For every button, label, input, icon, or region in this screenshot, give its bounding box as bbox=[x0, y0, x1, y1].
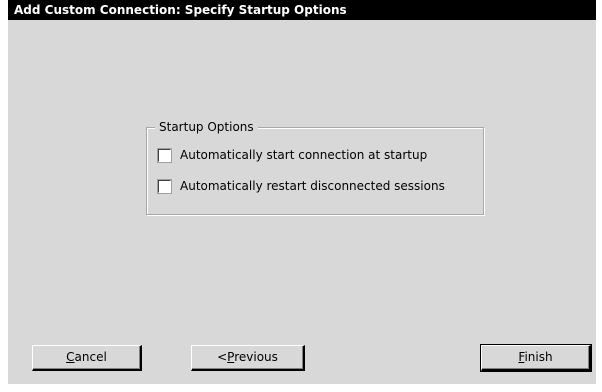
dialog-window: Add Custom Connection: Specify Startup O… bbox=[0, 0, 602, 392]
auto-restart-label: Automatically restart disconnected sessi… bbox=[180, 179, 445, 193]
group-legend: Startup Options bbox=[155, 119, 258, 135]
auto-start-label: Automatically start connection at startu… bbox=[180, 148, 428, 162]
previous-label: <Previous bbox=[217, 350, 278, 364]
previous-button[interactable]: <Previous bbox=[191, 345, 305, 371]
auto-start-checkbox[interactable] bbox=[158, 148, 171, 162]
auto-restart-checkbox[interactable] bbox=[158, 179, 171, 193]
startup-options-group: Startup Options Automatically start conn… bbox=[146, 119, 484, 215]
window-title: Add Custom Connection: Specify Startup O… bbox=[14, 3, 347, 17]
auto-restart-option[interactable]: Automatically restart disconnected sessi… bbox=[157, 179, 445, 193]
finish-button[interactable]: Finish bbox=[480, 344, 592, 372]
auto-start-option[interactable]: Automatically start connection at startu… bbox=[157, 148, 427, 162]
finish-label: Finish bbox=[518, 350, 553, 364]
cancel-label: Cancel bbox=[66, 350, 107, 364]
title-bar: Add Custom Connection: Specify Startup O… bbox=[8, 0, 596, 20]
cancel-button[interactable]: Cancel bbox=[32, 345, 142, 371]
